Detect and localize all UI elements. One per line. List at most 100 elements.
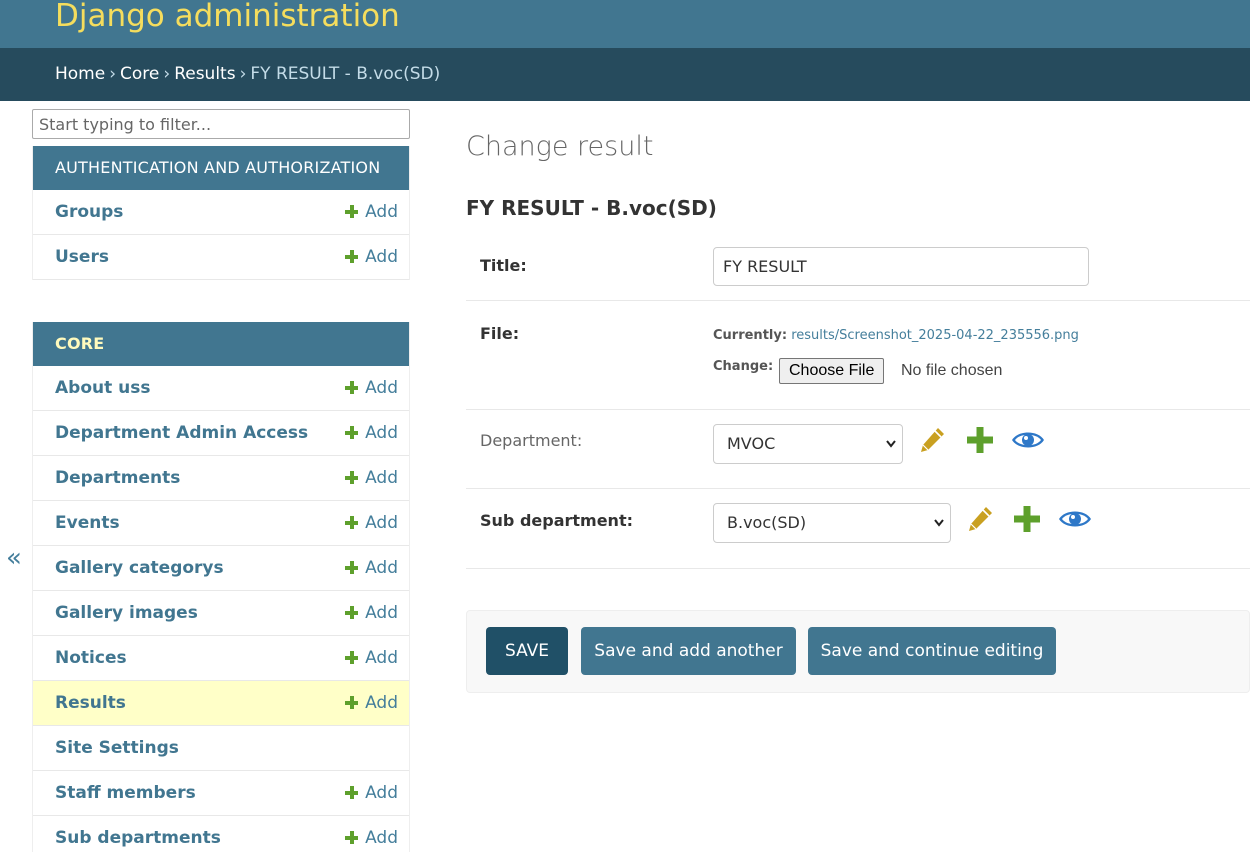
sidebar-item-sub-departments[interactable]: Sub departments Add: [33, 816, 409, 852]
app-module-core: CORE About uss Add Department Admin Acce…: [32, 322, 410, 852]
sidebar-item-departments[interactable]: Departments Add: [33, 456, 409, 501]
department-selected-value: MVOC: [727, 434, 776, 453]
file-change-label: Change:: [713, 359, 774, 374]
file-currently: Currently: results/Screenshot_2025-04-22…: [713, 328, 1079, 343]
header-bar: Django administration: [0, 0, 1250, 48]
sidebar-item-staff-members[interactable]: Staff members Add: [33, 771, 409, 816]
sidebar-item-label[interactable]: Users: [55, 235, 109, 280]
add-label: Add: [365, 202, 398, 222]
department-label: Department:: [480, 431, 583, 450]
sidebar-item-label[interactable]: Departments: [55, 456, 180, 501]
sidebar-item-notices[interactable]: Notices Add: [33, 636, 409, 681]
plus-icon: [345, 381, 359, 394]
add-link[interactable]: Add: [345, 681, 398, 726]
add-link[interactable]: Add: [345, 501, 398, 546]
plus-icon[interactable]: [1011, 503, 1043, 535]
add-label: Add: [365, 558, 398, 578]
submit-row: SAVE Save and add another Save and conti…: [466, 610, 1250, 693]
add-link[interactable]: Add: [345, 366, 398, 411]
sub-department-select[interactable]: B.voc(SD): [713, 503, 951, 543]
site-name[interactable]: Django administration: [55, 0, 400, 38]
form-row-file: File: Currently: results/Screenshot_2025…: [466, 301, 1250, 410]
sidebar-item-site-settings[interactable]: Site Settings: [33, 726, 409, 771]
plus-icon: [345, 426, 359, 439]
add-label: Add: [365, 378, 398, 398]
sidebar-item-about-uss[interactable]: About uss Add: [33, 366, 409, 411]
sidebar-item-label[interactable]: Site Settings: [55, 726, 179, 771]
sidebar-item-label[interactable]: Department Admin Access: [55, 411, 308, 456]
breadcrumb-home[interactable]: Home: [55, 64, 105, 84]
sidebar-item-label[interactable]: Sub departments: [55, 816, 221, 852]
add-label: Add: [365, 513, 398, 533]
add-link[interactable]: Add: [345, 546, 398, 591]
page-title: Change result: [466, 131, 654, 162]
sidebar-item-users[interactable]: Users Add: [33, 235, 409, 280]
add-link[interactable]: Add: [345, 456, 398, 501]
app-caption-core[interactable]: CORE: [33, 322, 409, 366]
eye-icon[interactable]: [1057, 503, 1093, 535]
breadcrumb-current: FY RESULT - B.voc(SD): [250, 64, 441, 84]
add-link[interactable]: Add: [345, 636, 398, 681]
sidebar-item-groups[interactable]: Groups Add: [33, 190, 409, 235]
add-label: Add: [365, 468, 398, 488]
add-link[interactable]: Add: [345, 771, 398, 816]
plus-icon[interactable]: [964, 424, 996, 456]
add-link[interactable]: Add: [345, 591, 398, 636]
breadcrumb-separator: ›: [163, 64, 171, 84]
plus-icon: [345, 250, 359, 263]
title-input[interactable]: [713, 247, 1089, 286]
sidebar-item-label[interactable]: About uss: [55, 366, 151, 411]
sidebar-item-gallery-images[interactable]: Gallery images Add: [33, 591, 409, 636]
breadcrumb-results[interactable]: Results: [174, 64, 235, 84]
choose-file-button[interactable]: Choose File: [779, 358, 885, 384]
plus-icon: [345, 831, 359, 844]
add-link[interactable]: Add: [345, 816, 398, 852]
plus-icon: [345, 606, 359, 619]
nav-filter-input[interactable]: [32, 109, 410, 139]
file-change: Change:: [713, 359, 773, 374]
breadcrumb: Home › Core › Results › FY RESULT - B.voc(SD): [0, 48, 1250, 101]
sidebar-item-events[interactable]: Events Add: [33, 501, 409, 546]
form-row-sub-department: Sub department: B.voc(SD): [466, 489, 1250, 569]
sidebar-item-label[interactable]: Events: [55, 501, 120, 546]
sidebar-item-department-admin-access[interactable]: Department Admin Access Add: [33, 411, 409, 456]
sidebar-item-label[interactable]: Results: [55, 681, 126, 726]
add-link[interactable]: Add: [345, 411, 398, 456]
add-label: Add: [365, 247, 398, 267]
add-label: Add: [365, 693, 398, 713]
save-button[interactable]: SAVE: [486, 627, 568, 675]
sidebar-item-label[interactable]: Groups: [55, 190, 123, 235]
breadcrumb-separator: ›: [109, 64, 117, 84]
chevron-down-icon: [933, 504, 945, 557]
sidebar-item-label[interactable]: Gallery images: [55, 591, 198, 636]
sidebar-item-results[interactable]: Results Add: [33, 681, 409, 726]
add-label: Add: [365, 603, 398, 623]
sidebar-item-gallery-categorys[interactable]: Gallery categorys Add: [33, 546, 409, 591]
pencil-icon[interactable]: [964, 503, 996, 535]
save-and-continue-button[interactable]: Save and continue editing: [808, 627, 1056, 675]
add-link[interactable]: Add: [345, 235, 398, 280]
sidebar-collapse-toggle[interactable]: «: [6, 540, 22, 576]
file-label: File:: [480, 324, 520, 343]
app-caption-auth[interactable]: AUTHENTICATION AND AUTHORIZATION: [33, 146, 409, 190]
sidebar-item-label[interactable]: Notices: [55, 636, 127, 681]
add-link[interactable]: Add: [345, 190, 398, 235]
add-label: Add: [365, 423, 398, 443]
eye-icon[interactable]: [1010, 424, 1046, 456]
save-and-add-another-button[interactable]: Save and add another: [581, 627, 796, 675]
sidebar-item-label[interactable]: Gallery categorys: [55, 546, 224, 591]
add-label: Add: [365, 783, 398, 803]
title-label: Title:: [480, 256, 527, 275]
department-select[interactable]: MVOC: [713, 424, 903, 464]
sidebar-item-label[interactable]: Staff members: [55, 771, 196, 816]
chevron-down-icon: [885, 425, 897, 478]
add-label: Add: [365, 828, 398, 848]
pencil-icon[interactable]: [916, 424, 948, 456]
current-file-link[interactable]: results/Screenshot_2025-04-22_235556.png: [791, 328, 1079, 343]
add-label: Add: [365, 648, 398, 668]
breadcrumb-core[interactable]: Core: [120, 64, 159, 84]
object-title: FY RESULT - B.voc(SD): [466, 196, 717, 220]
plus-icon: [345, 651, 359, 664]
plus-icon: [345, 471, 359, 484]
plus-icon: [345, 516, 359, 529]
